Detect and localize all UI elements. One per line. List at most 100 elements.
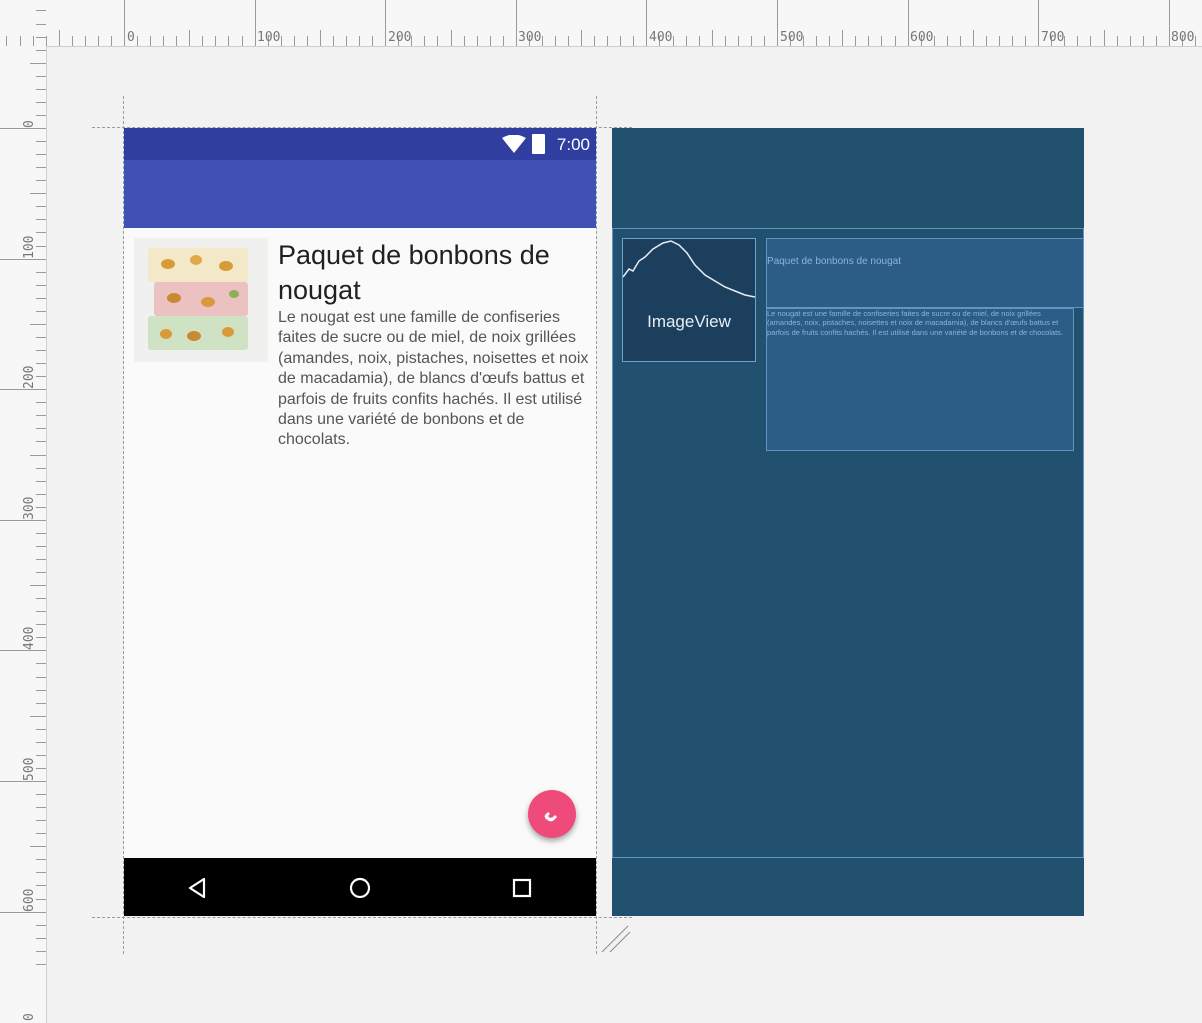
ruler-tick <box>515 0 517 46</box>
ruler-tick <box>30 62 46 64</box>
ruler-tick <box>36 428 46 430</box>
recents-icon[interactable] <box>509 875 535 901</box>
ruler-tick <box>36 767 46 769</box>
ruler-tick <box>36 10 46 12</box>
ruler-tick <box>97 36 99 46</box>
blueprint-view[interactable]: ImageView Paquet de bonbons de nougat Le… <box>612 128 1084 916</box>
ruler-tick <box>36 833 46 835</box>
ruler-tick <box>19 36 21 46</box>
ruler-tick <box>36 859 46 861</box>
ruler-tick <box>0 781 46 782</box>
ruler-tick <box>36 624 46 626</box>
app-bar[interactable] <box>124 160 596 228</box>
blueprint-title-text: Paquet de bonbons de nougat <box>767 256 902 267</box>
ruler-tick <box>972 30 974 46</box>
ruler-tick <box>855 36 857 46</box>
vertical-ruler: 0 100 200 300 400 500 600 0 <box>0 10 47 1023</box>
nougat-thumbnail[interactable] <box>134 238 268 362</box>
ruler-tick <box>36 545 46 547</box>
ruler-tick <box>202 36 204 46</box>
blueprint-description-view[interactable]: Le nougat est une famille de confiseries… <box>766 308 1074 451</box>
ruler-tick <box>36 572 46 574</box>
ruler-tick <box>36 937 46 939</box>
blueprint-imageview[interactable]: ImageView <box>622 238 756 362</box>
ruler-tick <box>36 36 46 38</box>
ruler-tick <box>71 36 73 46</box>
ruler-tick <box>842 30 844 46</box>
ruler-tick <box>189 30 191 46</box>
guide-line-bottom <box>92 917 632 918</box>
ruler-tick <box>463 36 465 46</box>
ruler-tick <box>36 898 46 900</box>
ruler-tick <box>777 0 778 46</box>
ruler-label: 700 <box>1041 30 1065 45</box>
ruler-tick <box>907 0 909 46</box>
ruler-tick <box>254 0 256 46</box>
ruler-label: 500 <box>22 757 37 781</box>
ruler-tick <box>724 36 726 46</box>
ruler-tick <box>985 36 987 46</box>
ruler-tick <box>36 702 46 704</box>
ruler-tick <box>1129 36 1131 46</box>
ruler-tick <box>1038 0 1040 46</box>
blueprint-title-view[interactable]: Paquet de bonbons de nougat <box>766 238 1084 308</box>
ruler-tick <box>933 36 935 46</box>
ruler-tick <box>36 23 46 25</box>
ruler-tick <box>36 101 46 103</box>
ruler-tick <box>36 219 46 221</box>
ruler-tick <box>36 480 46 482</box>
battery-icon <box>532 134 545 154</box>
ruler-tick <box>36 728 46 730</box>
ruler-tick <box>36 754 46 756</box>
call-fab-button[interactable] <box>528 790 576 838</box>
ruler-tick <box>36 232 46 234</box>
ruler-tick <box>150 36 152 46</box>
resize-handle-icon[interactable] <box>600 922 632 954</box>
ruler-label: 600 <box>910 30 934 45</box>
ruler-tick <box>1142 36 1144 46</box>
ruler-tick <box>36 794 46 796</box>
ruler-tick <box>581 30 583 46</box>
ruler-tick <box>30 323 46 325</box>
ruler-tick <box>124 0 125 46</box>
horizontal-ruler: 0 100 200 300 400 500 600 700 800 <box>0 0 1202 47</box>
design-preview[interactable]: 7:00 Paquet de bonbons de nougat Le noug… <box>124 128 596 916</box>
ruler-tick <box>30 454 46 456</box>
ruler-tick <box>372 36 374 46</box>
ruler-tick <box>215 36 217 46</box>
ruler-tick <box>36 376 46 378</box>
ruler-tick <box>1116 36 1118 46</box>
ruler-tick <box>36 271 46 273</box>
ruler-tick <box>30 715 46 717</box>
ruler-tick <box>1194 36 1196 46</box>
item-title[interactable]: Paquet de bonbons de nougat <box>278 238 590 308</box>
ruler-label: 300 <box>22 496 37 520</box>
ruler-tick <box>36 310 46 312</box>
ruler-tick <box>881 36 883 46</box>
ruler-tick <box>894 36 896 46</box>
ruler-tick <box>594 36 596 46</box>
ruler-tick <box>0 128 46 129</box>
ruler-tick <box>346 36 348 46</box>
back-icon[interactable] <box>185 875 211 901</box>
ruler-tick <box>36 963 46 965</box>
ruler-tick <box>36 402 46 404</box>
item-description[interactable]: Le nougat est une famille de confiseries… <box>278 308 590 451</box>
ruler-tick <box>763 36 765 46</box>
ruler-tick <box>868 36 870 46</box>
ruler-tick <box>36 637 46 639</box>
ruler-tick <box>489 36 491 46</box>
ruler-tick <box>646 0 648 46</box>
ruler-tick <box>36 807 46 809</box>
home-icon[interactable] <box>347 875 373 901</box>
ruler-tick <box>36 49 46 51</box>
ruler-label: 0 <box>22 1013 37 1021</box>
ruler-tick <box>36 245 46 247</box>
ruler-tick <box>672 36 674 46</box>
ruler-tick <box>1155 36 1157 46</box>
ruler-tick <box>685 36 687 46</box>
ruler-tick <box>36 950 46 952</box>
ruler-label: 0 <box>127 30 135 45</box>
ruler-tick <box>541 36 543 46</box>
ruler-tick <box>359 36 361 46</box>
